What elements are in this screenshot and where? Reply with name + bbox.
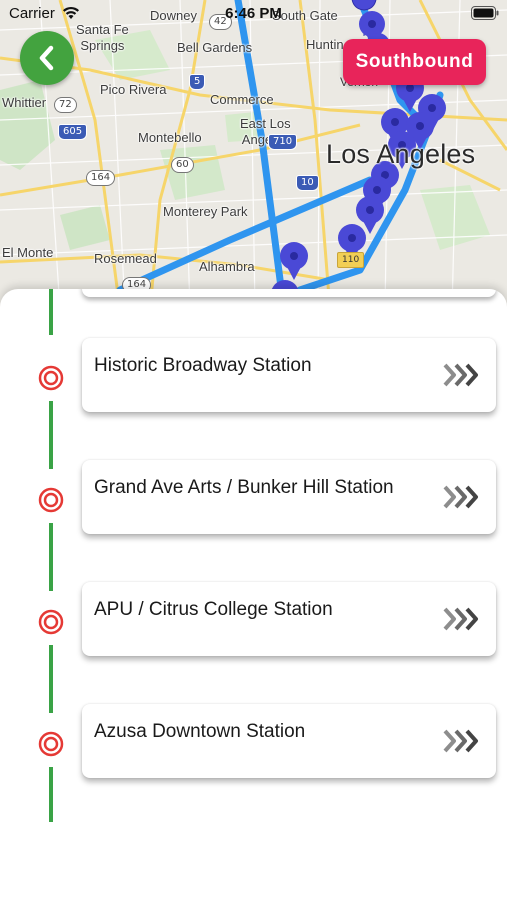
station-list-sheet[interactable]: Historic Broadway Station Grand Ave Arts… xyxy=(0,289,507,900)
status-bar: Carrier 6:46 PM xyxy=(0,0,507,28)
status-time: 6:46 PM xyxy=(225,5,282,22)
station-name: Azusa Downtown Station xyxy=(94,721,306,742)
station-name: APU / Citrus College Station xyxy=(94,599,333,620)
screen: Santa Fe Springs Downey South Gate Hunti… xyxy=(0,0,507,900)
station-card-apu-citrus-college[interactable]: APU / Citrus College Station xyxy=(82,582,496,656)
stop-marker-icon xyxy=(38,609,64,635)
route-shield-60: 60 xyxy=(171,157,194,173)
route-shield-5: 5 xyxy=(189,74,206,90)
map-label-alhambra: Alhambra xyxy=(199,259,255,274)
triple-chevron-right-icon xyxy=(443,485,478,509)
station-name: Grand Ave Arts / Bunker Hill Station xyxy=(94,477,394,498)
map-label-huntington: Huntin xyxy=(306,37,344,52)
map-label-bell-gardens: Bell Gardens xyxy=(177,40,253,55)
station-name: Historic Broadway Station xyxy=(94,355,312,376)
timeline-segment xyxy=(49,767,53,822)
back-button[interactable] xyxy=(20,31,74,85)
route-shield-110: 110 xyxy=(337,252,365,268)
timeline-segment xyxy=(49,401,53,469)
route-shield-164: 164 xyxy=(86,170,116,186)
map-label-rosemead: Rosemead xyxy=(94,251,157,266)
stop-marker-icon xyxy=(38,365,64,391)
triple-chevron-right-icon xyxy=(443,607,478,631)
route-shield-10: 10 xyxy=(296,175,319,191)
direction-toggle-button[interactable]: Southbound xyxy=(343,39,486,85)
map-label-el-monte: El Monte xyxy=(2,245,54,260)
map-label-monterey-park: Monterey Park xyxy=(163,204,248,219)
map-label-los-angeles: Los Angeles xyxy=(326,139,476,169)
route-shield-710: 710 xyxy=(268,134,298,150)
map-label-pico-rivera: Pico Rivera xyxy=(100,82,167,97)
triple-chevron-right-icon xyxy=(443,363,478,387)
map-label-whittier: Whittier xyxy=(2,95,47,110)
triple-chevron-right-icon xyxy=(443,729,478,753)
route-shield-605: 605 xyxy=(58,124,88,140)
route-shield-72: 72 xyxy=(54,97,77,113)
previous-station-card[interactable] xyxy=(82,289,496,297)
station-card-azusa-downtown[interactable]: Azusa Downtown Station xyxy=(82,704,496,778)
station-card-grand-ave-arts[interactable]: Grand Ave Arts / Bunker Hill Station xyxy=(82,460,496,534)
map-label-montebello: Montebello xyxy=(138,130,202,145)
map-label-commerce: Commerce xyxy=(210,92,274,107)
battery-icon xyxy=(471,6,499,20)
stop-marker-icon xyxy=(38,731,64,757)
station-card-historic-broadway[interactable]: Historic Broadway Station xyxy=(82,338,496,412)
stop-marker-icon xyxy=(38,487,64,513)
timeline-segment xyxy=(49,645,53,713)
timeline-segment xyxy=(49,289,53,335)
timeline-segment xyxy=(49,523,53,591)
chevron-left-icon xyxy=(39,45,54,71)
